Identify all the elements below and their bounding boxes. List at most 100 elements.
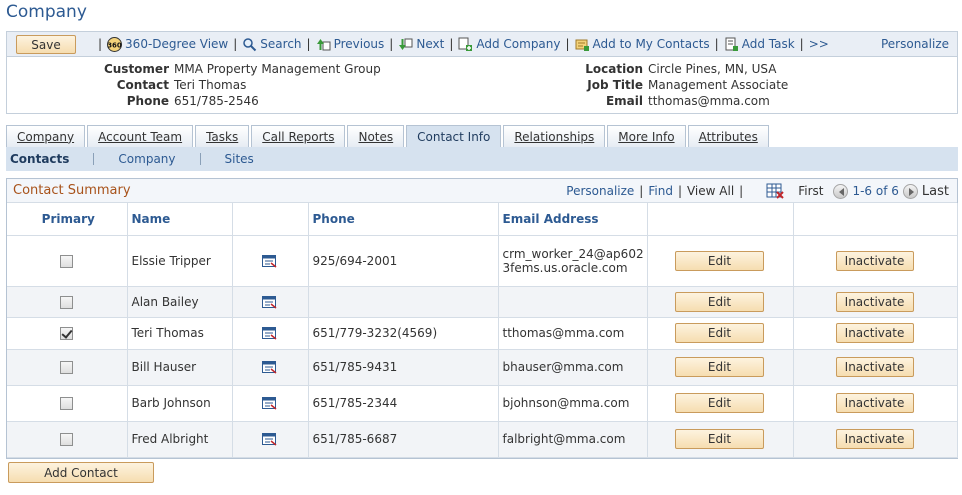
360-degree-view-link[interactable]: 360 360-Degree View — [107, 36, 228, 52]
primary-checkbox[interactable] — [59, 361, 73, 374]
previous-icon — [316, 37, 331, 52]
contact-card-icon[interactable] — [262, 397, 277, 410]
inactivate-button[interactable]: Inactivate — [835, 393, 914, 413]
contact-card-icon[interactable] — [262, 295, 277, 309]
edit-cell: Edit — [647, 421, 794, 458]
grid-first-link[interactable]: First — [798, 184, 823, 198]
customer-field: Customer MMA Property Management Group — [103, 62, 381, 76]
contact-field: Contact Teri Thomas — [116, 78, 247, 92]
tab-company[interactable]: Company — [6, 125, 86, 147]
edit-button[interactable]: Edit — [675, 250, 764, 271]
primary-checkbox[interactable] — [59, 397, 73, 410]
card-cell — [232, 286, 309, 318]
card-cell — [232, 349, 309, 386]
inactivate-cell: Inactivate — [793, 349, 958, 386]
search-link[interactable]: Search — [242, 37, 302, 52]
tab-relationships[interactable]: Relationships — [503, 125, 606, 147]
edit-cell: Edit — [647, 317, 794, 350]
email-cell: bhauser@mma.com — [498, 349, 648, 386]
col-primary[interactable]: Primary — [7, 203, 128, 236]
name-cell: Teri Thomas — [127, 317, 233, 350]
tab-more-info[interactable]: More Info — [607, 125, 686, 147]
page-title: Company — [6, 2, 87, 22]
previous-page-icon[interactable] — [833, 183, 849, 199]
contact-card-icon[interactable] — [262, 327, 277, 340]
inactivate-button[interactable]: Inactivate — [835, 250, 914, 271]
edit-cell: Edit — [647, 235, 794, 287]
add-to-my-contacts-link[interactable]: Add to My Contacts — [575, 37, 710, 52]
edit-button[interactable]: Edit — [675, 323, 764, 343]
edit-button[interactable]: Edit — [675, 291, 764, 312]
phone-cell: 651/785-6687 — [308, 421, 499, 458]
more-link[interactable]: >> — [809, 37, 829, 51]
subtab-contacts[interactable]: Contacts — [6, 153, 93, 165]
phone-cell: 651/785-2344 — [308, 385, 499, 422]
grid-title: Contact Summary — [13, 183, 131, 198]
edit-button[interactable]: Edit — [675, 429, 764, 449]
add-task-link[interactable]: Add Task — [724, 37, 795, 52]
tab-account-team[interactable]: Account Team — [87, 125, 194, 147]
grid-find-link[interactable]: Find — [648, 184, 673, 198]
contact-card-icon[interactable] — [262, 361, 277, 374]
primary-checkbox[interactable] — [59, 327, 73, 340]
primary-cell — [7, 286, 128, 318]
col-inactivate — [793, 203, 958, 236]
primary-checkbox[interactable] — [59, 295, 73, 309]
edit-cell: Edit — [647, 385, 794, 422]
name-cell: Bill Hauser — [127, 349, 233, 386]
grid-last-link[interactable]: Last — [922, 184, 949, 199]
grid-navigation: Personalize | Find | View All | First 1-… — [566, 183, 949, 199]
table-row: Fred Albright 651/785-6687 falbright@mma.c… — [7, 421, 958, 458]
tab-notes[interactable]: Notes — [347, 125, 405, 147]
inactivate-button[interactable]: Inactivate — [835, 357, 914, 377]
col-name[interactable]: Name — [127, 203, 233, 236]
inactivate-cell: Inactivate — [793, 286, 958, 318]
svg-text:360: 360 — [107, 41, 122, 49]
email-cell: tthomas@mma.com — [498, 317, 648, 350]
col-phone[interactable]: Phone — [308, 203, 499, 236]
primary-checkbox[interactable] — [59, 433, 73, 446]
page-tabs: Company Account Team Tasks Call Reports … — [6, 125, 771, 148]
primary-cell — [7, 349, 128, 386]
tab-contact-info[interactable]: Contact Info — [406, 125, 502, 148]
phone-cell: 651/779-3232(4569) — [308, 317, 499, 350]
phone-cell — [308, 286, 499, 318]
inactivate-button[interactable]: Inactivate — [835, 323, 914, 343]
edit-button[interactable]: Edit — [675, 393, 764, 413]
table-row: Barb Johnson 651/785-2344 bjohnson@mma.com… — [7, 385, 958, 422]
tab-tasks[interactable]: Tasks — [195, 125, 250, 147]
primary-checkbox[interactable] — [59, 254, 73, 268]
col-card — [232, 203, 309, 236]
table-row: Teri Thomas 651/779-3232(4569) tthomas@mma… — [7, 317, 958, 350]
add-contact-button[interactable]: Add Contact — [8, 462, 154, 483]
next-link[interactable]: Next — [398, 37, 444, 52]
grid-personalize-link[interactable]: Personalize — [566, 184, 634, 198]
email-cell: falbright@mma.com — [498, 421, 648, 458]
card-cell — [232, 317, 309, 350]
next-page-icon[interactable] — [902, 183, 918, 199]
tab-call-reports[interactable]: Call Reports — [251, 125, 346, 147]
add-company-link[interactable]: Add Company — [458, 37, 561, 52]
inactivate-cell: Inactivate — [793, 421, 958, 458]
subtab-company[interactable]: Company — [93, 153, 199, 165]
contact-card-icon[interactable] — [262, 433, 277, 446]
previous-link[interactable]: Previous — [316, 37, 384, 52]
save-button[interactable]: Save — [16, 35, 76, 54]
col-email[interactable]: Email Address — [498, 203, 648, 236]
email-cell: crm_worker_24@ap6023fems.us.oracle.com — [498, 235, 648, 287]
inactivate-button[interactable]: Inactivate — [835, 429, 914, 449]
inactivate-button[interactable]: Inactivate — [835, 291, 914, 312]
edit-cell: Edit — [647, 286, 794, 318]
inactivate-cell: Inactivate — [793, 385, 958, 422]
phone-cell: 651/785-9431 — [308, 349, 499, 386]
subtab-sites[interactable]: Sites — [199, 153, 278, 165]
edit-button[interactable]: Edit — [675, 357, 764, 377]
phone-field: Phone 651/785-2546 — [126, 94, 259, 108]
download-icon[interactable] — [766, 183, 784, 199]
tab-attributes[interactable]: Attributes — [687, 125, 769, 147]
grid-view-all-link[interactable]: View All — [687, 184, 734, 198]
table-row: Bill Hauser 651/785-9431 bhauser@mma.com Ed… — [7, 349, 958, 386]
personalize-toolbar-link[interactable]: Personalize — [881, 37, 949, 51]
contact-card-icon[interactable] — [262, 254, 277, 268]
name-cell: Fred Albright — [127, 421, 233, 458]
